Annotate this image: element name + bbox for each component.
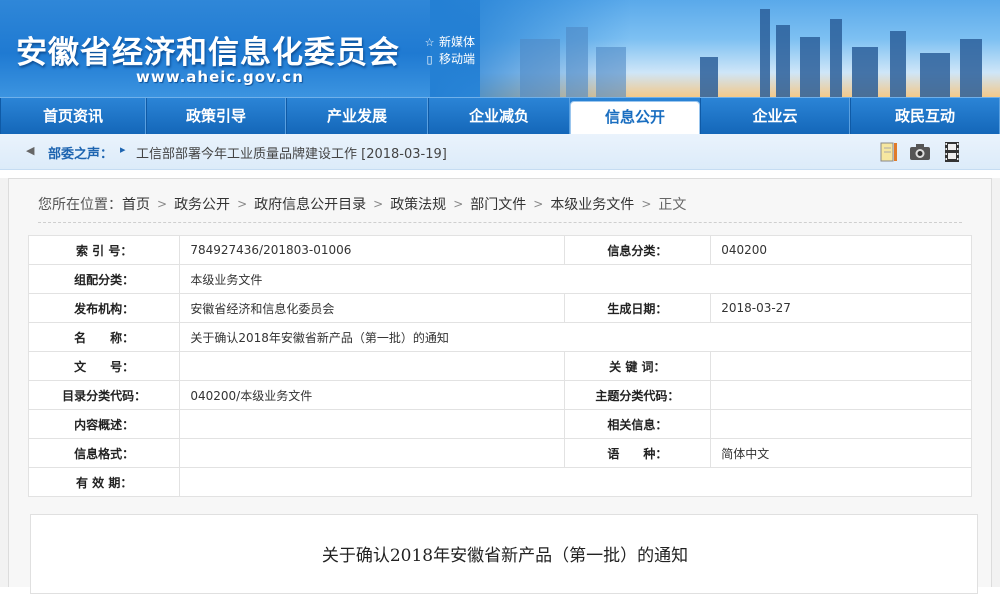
divider [38, 222, 962, 223]
info-category-value: 040200 [710, 235, 972, 265]
breadcrumb-government-affairs[interactable]: 政务公开 [174, 194, 230, 214]
breadcrumb-policies[interactable]: 政策法规 [390, 194, 446, 214]
publisher-value: 安徽省经济和信息化委员会 [179, 293, 565, 323]
film-icon[interactable] [940, 140, 964, 164]
notice-bar: ◀ 部委之声： ▸ 工信部部署今年工业质量品牌建设工作 [2018-03-19] [0, 134, 1000, 170]
catalog-code-value: 040200/本级业务文件 [179, 380, 565, 410]
format-label: 信息格式： [27, 438, 181, 468]
language-label: 语 种： [563, 438, 712, 468]
breadcrumb-info-catalog[interactable]: 政府信息公开目录 [254, 194, 366, 214]
keywords-value [710, 351, 972, 381]
document-metadata-table: 索 引 号： 784927436/201803-01006 信息分类： 0402… [27, 235, 972, 497]
table-row: 发布机构： 安徽省经济和信息化委员会 生成日期： 2018-03-27 [27, 293, 972, 323]
chevron-right-icon: ▸ [120, 143, 126, 156]
speaker-icon: ◀ [26, 144, 35, 157]
doc-number-label: 文 号： [27, 351, 181, 381]
chevron-right-icon: > [237, 197, 248, 211]
mobile-label: 移动端 [439, 52, 476, 66]
star-icon: ☆ [424, 36, 435, 49]
breadcrumb-home[interactable]: 首页 [122, 194, 150, 214]
chevron-right-icon: > [533, 197, 544, 211]
summary-value [179, 409, 565, 439]
summary-label: 内容概述： [27, 409, 181, 439]
chevron-right-icon: > [373, 197, 384, 211]
table-row: 索 引 号： 784927436/201803-01006 信息分类： 0402… [27, 235, 972, 265]
topic-code-value [710, 380, 972, 410]
validity-value [179, 467, 972, 497]
keywords-label: 关 键 词： [563, 351, 712, 381]
name-label: 名 称： [27, 322, 181, 352]
table-row: 有 效 期： [27, 467, 972, 497]
related-info-value [710, 409, 972, 439]
breadcrumb-local-business-docs[interactable]: 本级业务文件 [550, 194, 634, 214]
document-body: 关于确认2018年安徽省新产品（第一批）的通知 [30, 514, 978, 594]
date-value: 2018-03-27 [710, 293, 972, 323]
nav-item-public-interaction[interactable]: 政民互动 [850, 98, 1000, 134]
media-icons [876, 140, 964, 164]
date-label: 生成日期： [563, 293, 712, 323]
info-category-label: 信息分类： [563, 235, 712, 265]
breadcrumb-department-docs[interactable]: 部门文件 [470, 194, 526, 214]
table-row: 目录分类代码： 040200/本级业务文件 主题分类代码： [27, 380, 972, 410]
nav-item-home-news[interactable]: 首页资讯 [0, 98, 146, 134]
site-banner: 安徽省经济和信息化委员会 www.aheic.gov.cn ☆ 新媒体 ▯ 移动… [0, 0, 1000, 97]
site-url[interactable]: www.aheic.gov.cn [136, 68, 304, 86]
camera-icon[interactable] [908, 140, 932, 164]
nav-item-policy-guidance[interactable]: 政策引导 [146, 98, 286, 134]
index-label: 索 引 号： [27, 235, 181, 265]
site-title[interactable]: 安徽省经济和信息化委员会 [16, 27, 400, 72]
chevron-right-icon: > [157, 197, 168, 211]
main-nav: 首页资讯 政策引导 产业发展 企业减负 信息公开 企业云 政民互动 [0, 97, 1000, 134]
chevron-right-icon: > [641, 197, 652, 211]
validity-label: 有 效 期： [27, 467, 181, 497]
format-value [179, 438, 565, 468]
topic-code-label: 主题分类代码： [563, 380, 712, 410]
table-row: 名 称： 关于确认2018年安徽省新产品（第一批）的通知 [27, 322, 972, 352]
breadcrumb-prefix: 您所在位置： [38, 197, 122, 213]
publisher-label: 发布机构： [27, 293, 181, 323]
nav-item-industry-development[interactable]: 产业发展 [286, 98, 428, 134]
content-panel: 您所在位置： 首页 > 政务公开 > 政府信息公开目录 > 政策法规 > 部门文… [0, 178, 1000, 594]
chevron-right-icon: > [453, 197, 464, 211]
mobile-link[interactable]: ▯ 移动端 [424, 51, 475, 68]
group-category-value: 本级业务文件 [179, 264, 972, 294]
index-value: 784927436/201803-01006 [179, 235, 565, 265]
related-info-label: 相关信息： [563, 409, 712, 439]
name-value: 关于确认2018年安徽省新产品（第一批）的通知 [179, 322, 972, 352]
group-category-label: 组配分类： [27, 264, 181, 294]
document-title: 关于确认2018年安徽省新产品（第一批）的通知 [321, 546, 689, 566]
table-row: 内容概述： 相关信息： [27, 409, 972, 439]
notebook-icon[interactable] [876, 140, 900, 164]
language-value: 简体中文 [710, 438, 972, 468]
nav-item-enterprise-cloud[interactable]: 企业云 [700, 98, 850, 134]
notice-label: 部委之声： [48, 147, 114, 162]
nav-item-enterprise-relief[interactable]: 企业减负 [428, 98, 570, 134]
table-row: 信息格式： 语 种： 简体中文 [27, 438, 972, 468]
quick-links: ☆ 新媒体 ▯ 移动端 [424, 34, 475, 68]
table-row: 组配分类： 本级业务文件 [27, 264, 972, 294]
new-media-link[interactable]: ☆ 新媒体 [424, 34, 475, 51]
breadcrumb: 您所在位置： 首页 > 政务公开 > 政府信息公开目录 > 政策法规 > 部门文… [38, 194, 686, 214]
catalog-code-label: 目录分类代码： [27, 380, 181, 410]
mobile-icon: ▯ [426, 53, 433, 66]
new-media-label: 新媒体 [439, 35, 476, 49]
nav-item-info-disclosure[interactable]: 信息公开 [570, 101, 700, 134]
notice-headline-link[interactable]: 工信部部署今年工业质量品牌建设工作 [2018-03-19] [136, 143, 447, 162]
breadcrumb-current: 正文 [658, 197, 687, 213]
table-row: 文 号： 关 键 词： [27, 351, 972, 381]
doc-number-value [179, 351, 565, 381]
